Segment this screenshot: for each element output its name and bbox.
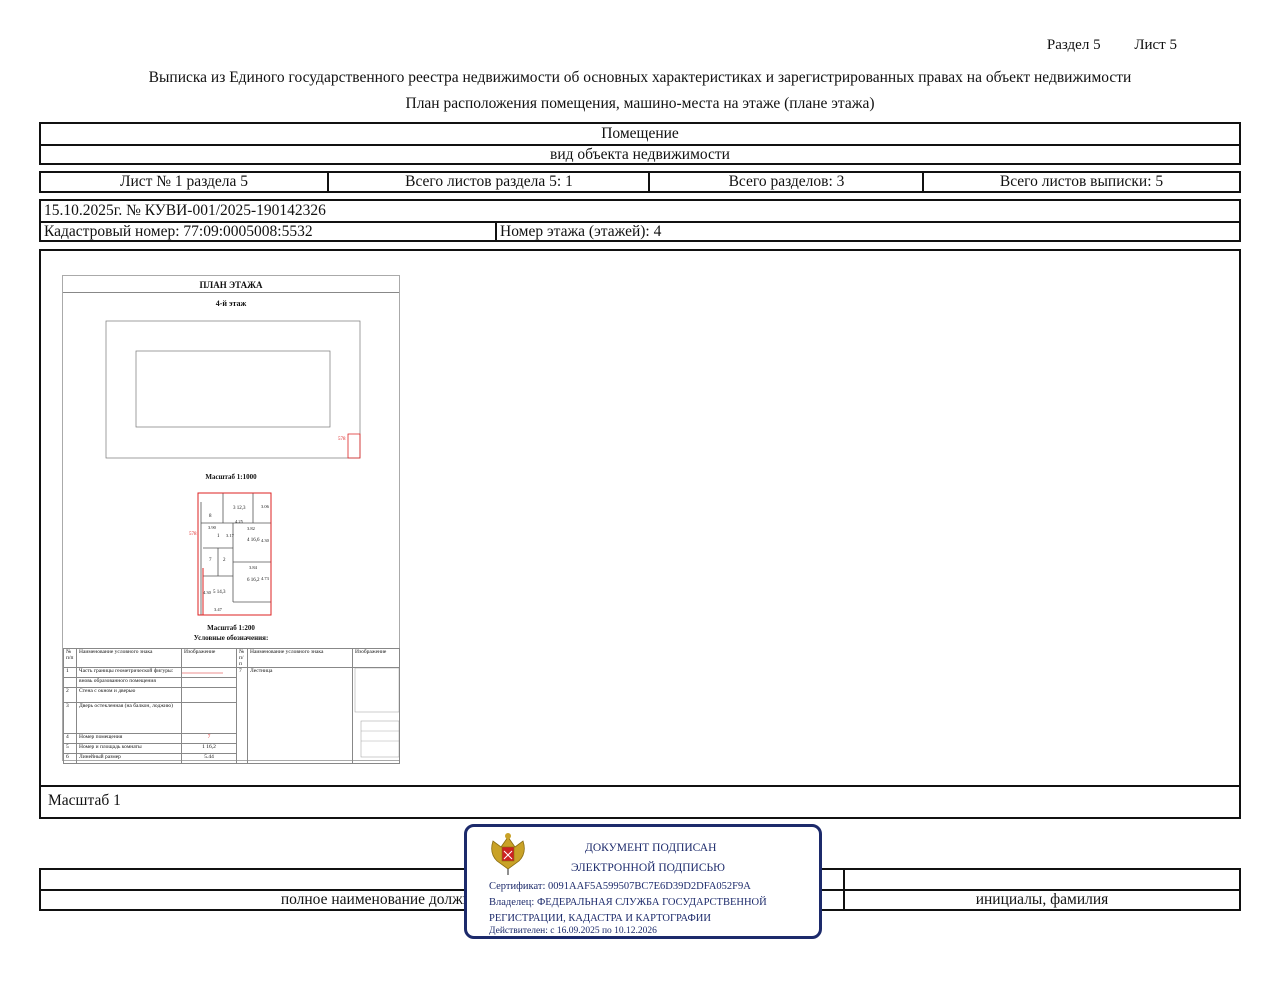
sheet-of-section: Лист № 1 раздела 5 bbox=[119, 173, 249, 190]
initials-caption: инициалы, фамилия bbox=[975, 891, 1109, 908]
room-number-label: 578 bbox=[338, 437, 346, 442]
scale-1000: Масштаб 1:1000 bbox=[205, 473, 257, 481]
stamp-line2: ЭЛЕКТРОННОЙ ПОДПИСЬЮ bbox=[571, 862, 725, 874]
section-number: Раздел 5 bbox=[1046, 37, 1101, 53]
record-date-number: 15.10.2025г. № КУВИ-001/2025-190142326 bbox=[44, 202, 326, 219]
electronic-signature-stamp: ДОКУМЕНТ ПОДПИСАН ЭЛЕКТРОННОЙ ПОДПИСЬЮ С… bbox=[464, 824, 822, 939]
stamp-owner: РЕГИСТРАЦИИ, КАДАСТРА И КАРТОГРАФИИ bbox=[489, 913, 711, 924]
dimension-label: 3.84 bbox=[249, 565, 257, 570]
total-sections: Всего разделов: 3 bbox=[728, 173, 845, 190]
dimension-label: 4.30 bbox=[261, 538, 269, 543]
stamp-line1: ДОКУМЕНТ ПОДПИСАН bbox=[585, 842, 717, 854]
room-label: 1 bbox=[217, 534, 220, 539]
legend-row: 1 Часть границы геометрической фигуры: 7Л… bbox=[63, 667, 400, 764]
stamp-owner: Владелец: ФЕДЕРАЛЬНАЯ СЛУЖБА ГОСУДАРСТВЕ… bbox=[489, 897, 767, 908]
dimension-label: 3.17 bbox=[226, 533, 234, 538]
scale-label: Масштаб 1 bbox=[48, 792, 121, 809]
room-label: 7 bbox=[209, 558, 212, 563]
floor-plan-image: ПЛАН ЭТАЖА 4-й этаж 578 578 Масштаб 1:10… bbox=[62, 275, 400, 764]
object-type-caption: вид объекта недвижимости bbox=[550, 145, 730, 163]
dimension-label: 3.06 bbox=[261, 504, 269, 509]
page-indicator: Раздел 5 Лист 5 bbox=[1017, 37, 1177, 54]
room-label: 5 14,3 bbox=[213, 590, 226, 595]
dimension-label: 3.82 bbox=[247, 526, 255, 531]
room-number-label: 578 bbox=[189, 532, 197, 537]
legend-title: Условные обозначения: bbox=[193, 634, 269, 642]
record-box: 15.10.2025г. № КУВИ-001/2025-190142326 К… bbox=[39, 199, 1241, 242]
dimension-label: 3.47 bbox=[214, 607, 222, 612]
total-sheets-section: Всего листов раздела 5: 1 bbox=[405, 173, 573, 190]
sheets-row: Лист № 1 раздела 5 Всего листов раздела … bbox=[39, 171, 1241, 193]
room-label: 8 bbox=[209, 514, 212, 519]
dimension-label: 3.90 bbox=[208, 525, 216, 530]
total-sheets: Всего листов выписки: 5 bbox=[999, 173, 1164, 190]
stamp-validity: Действителен: с 16.09.2025 по 10.12.2026 bbox=[489, 926, 657, 936]
object-name: Помещение bbox=[601, 125, 679, 142]
object-box: Помещение вид объекта недвижимости bbox=[39, 122, 1241, 165]
stamp-certificate: Сертификат: 0091AAF5A599507BC7E6D39D2DFA… bbox=[489, 881, 751, 892]
divider bbox=[41, 785, 1239, 787]
dimension-label: 4.25 bbox=[235, 519, 243, 524]
document-subtitle: План расположения помещения, машино-мест… bbox=[405, 95, 875, 112]
sheet-number: Лист 5 bbox=[1134, 37, 1177, 53]
dimension-label: 4.73 bbox=[261, 576, 269, 581]
room-label: 6 16,2 bbox=[247, 578, 260, 583]
legend-table: № п/п Наименование условного знака Изобр… bbox=[63, 648, 400, 764]
room-label: 2 bbox=[223, 558, 226, 563]
room-label: 3 12,3 bbox=[233, 506, 246, 511]
cadastral-number: Кадастровый номер: 77:09:0005008:5532 bbox=[44, 222, 313, 240]
dimension-label: 4.30 bbox=[203, 590, 211, 595]
floor-number: Номер этажа (этажей): 4 bbox=[500, 222, 662, 240]
room-label: 4 16,6 bbox=[247, 538, 260, 543]
legend-header: № п/п Наименование условного знака Изобр… bbox=[63, 648, 400, 668]
scale-200: Масштаб 1:200 bbox=[207, 624, 255, 632]
coat-of-arms-icon bbox=[491, 833, 525, 875]
document-title: Выписка из Единого государственного реес… bbox=[148, 69, 1132, 86]
